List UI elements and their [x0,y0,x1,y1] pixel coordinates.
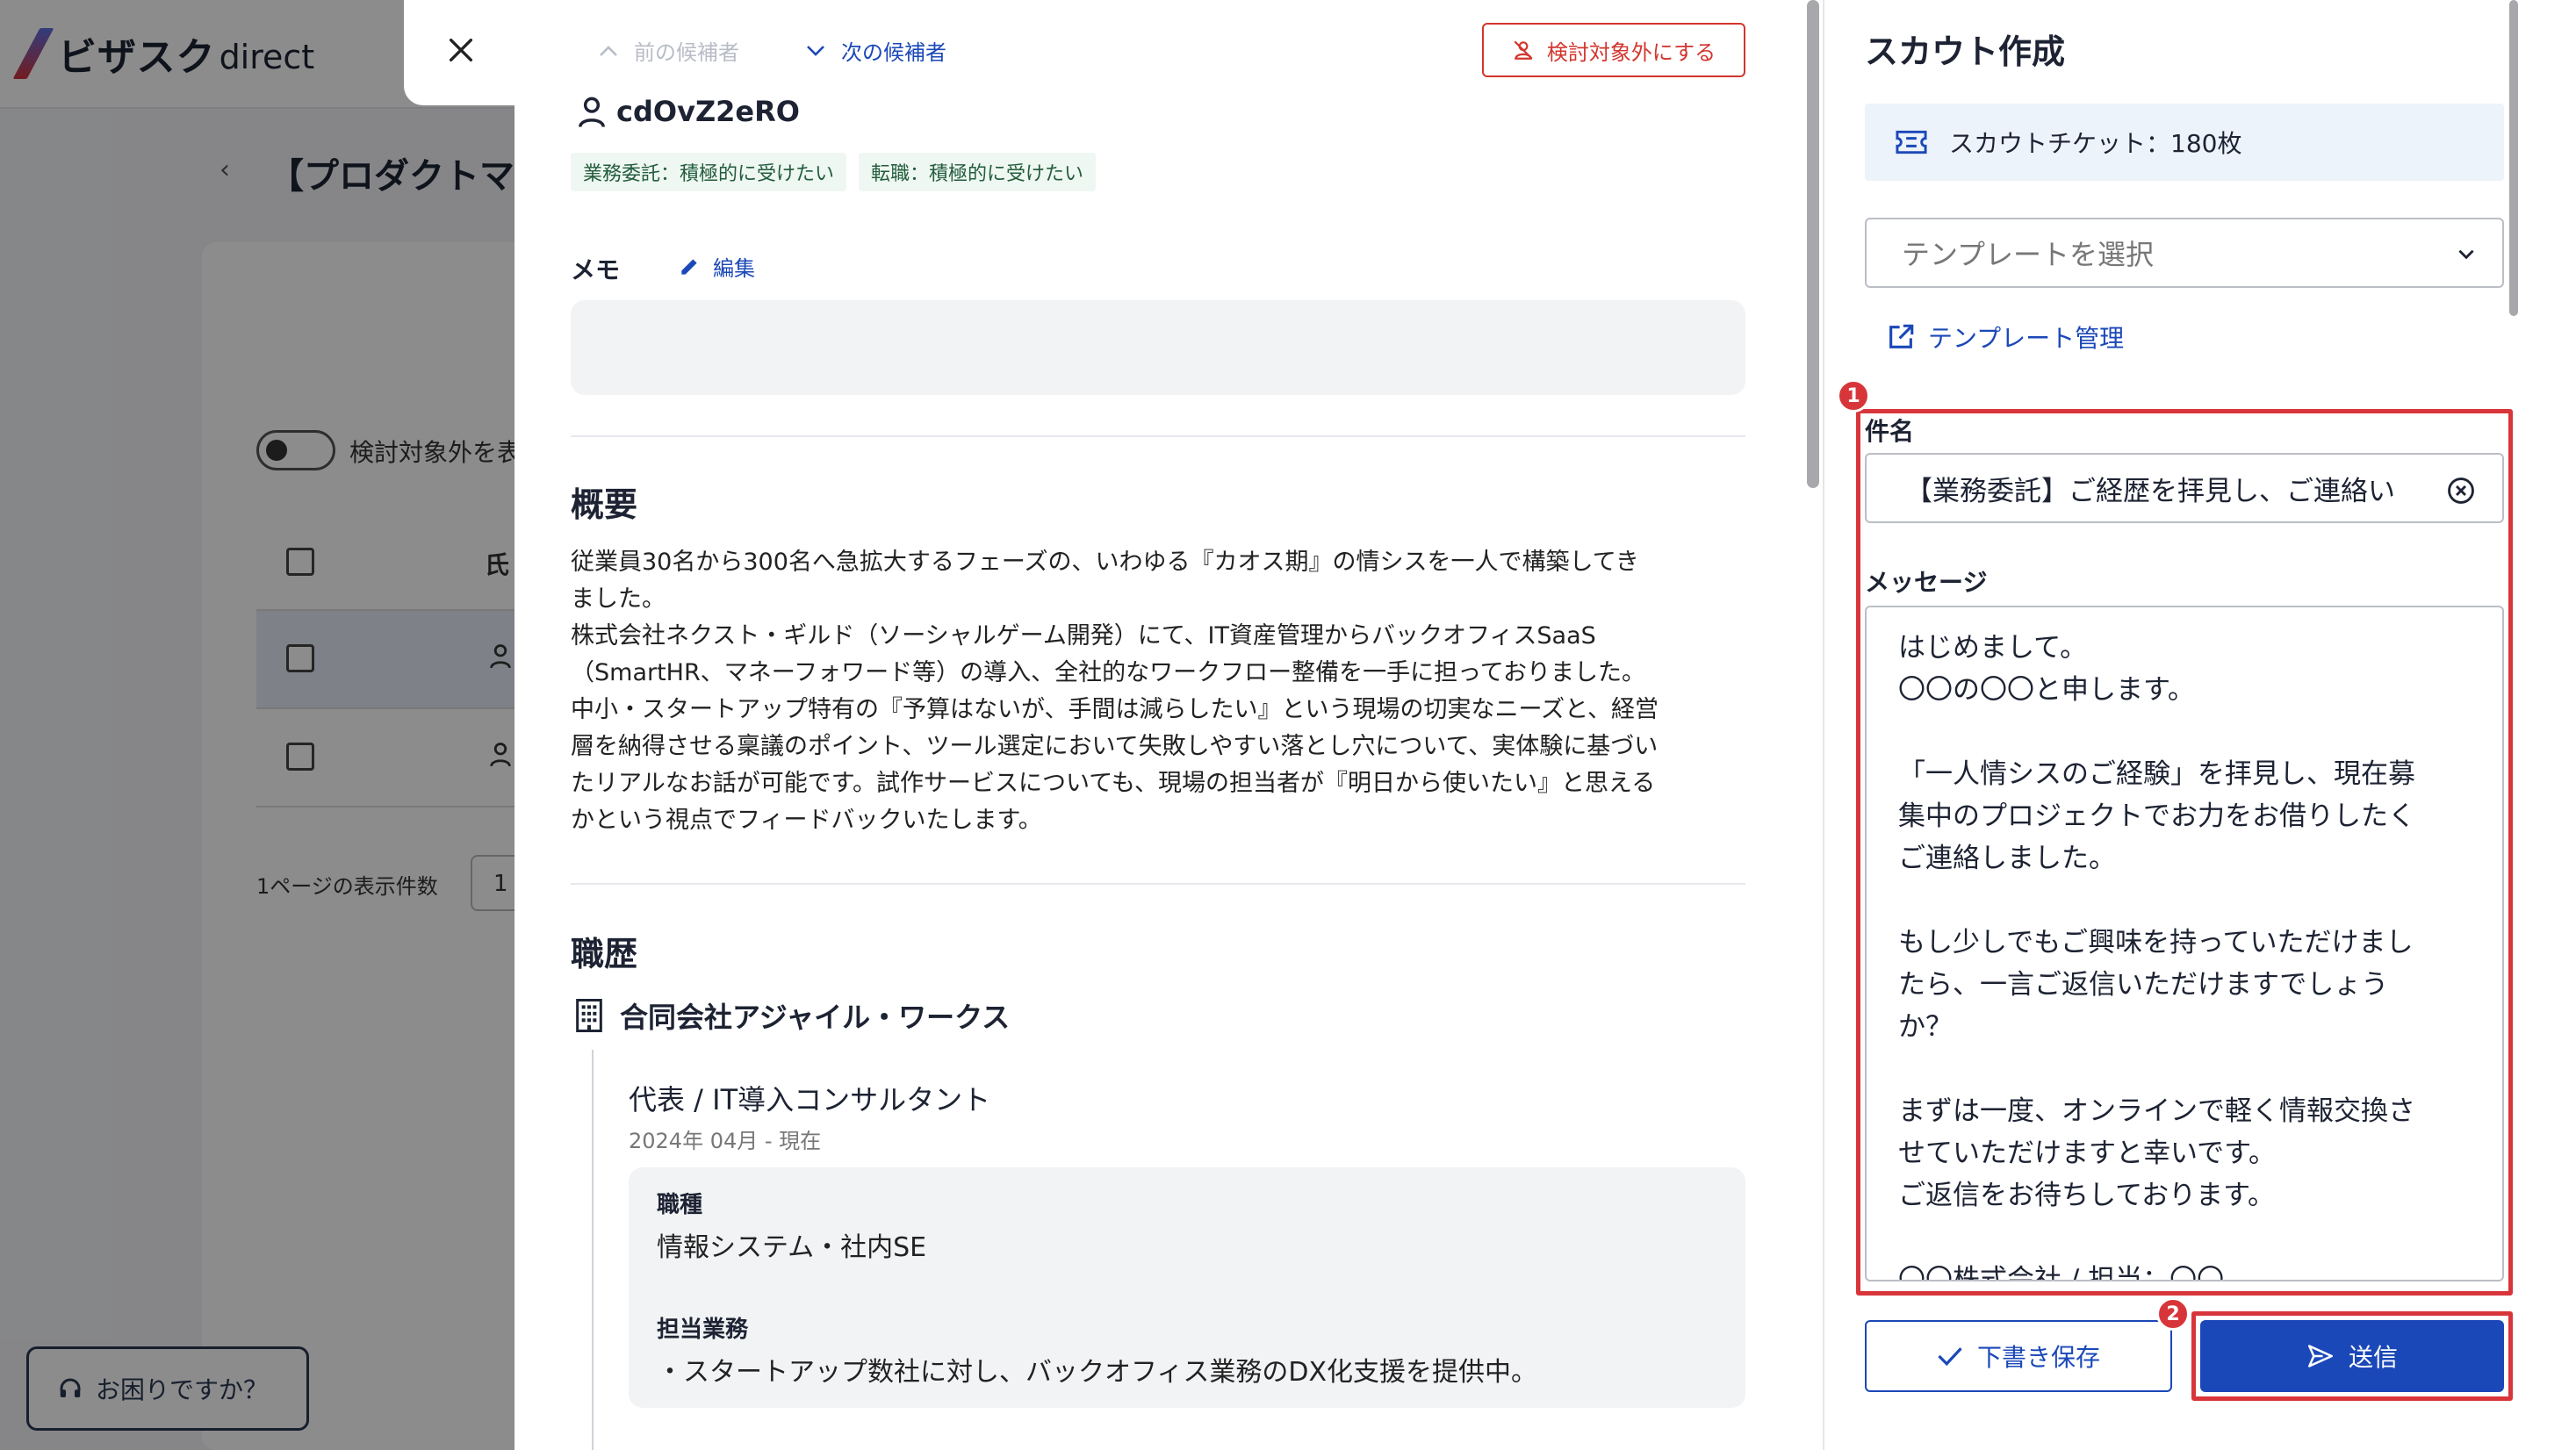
template-select[interactable]: テンプレートを選択 [1865,218,2504,288]
tag-contract: 業務委託：積極的に受けたい [571,153,847,191]
duties-value: ・スタートアップ数社に対し、バックオフィス業務のDX化支援を提供中。 [657,1357,1538,1388]
job-type-value: 情報システム・社内SE [657,1232,927,1263]
template-select-placeholder: テンプレートを選択 [1902,238,2155,271]
check-icon [1938,1347,1962,1367]
next-candidate-label: 次の候補者 [841,40,946,65]
exclude-candidate-label: 検討対象外にする [1546,39,1716,65]
message-line: はじめまして。 [1898,632,2088,664]
subject-input[interactable]: 【業務委託】ご経歴を拝見し、ご連絡い [1865,453,2504,523]
summary-line: かという視点でフィードバックいたします。 [571,807,1042,834]
exclude-candidate-button[interactable]: 検討対象外にする [1482,23,1745,77]
memo-edit-label: 編集 [713,256,755,281]
template-manage-label: テンプレート管理 [1928,324,2125,353]
role-title: 代表 / IT導入コンサルタント [629,1083,991,1116]
message-line: か？ [1898,1011,1953,1043]
step-badge-1: 1 [1837,379,1870,413]
external-link-icon [1889,324,1914,348]
pencil-icon [681,258,697,275]
ticket-icon [1896,130,1927,154]
summary-line: 中小・スタートアップ特有の『予算はないが、手間は減らしたい』という現場の切実なニ… [571,696,1659,723]
chevron-up-icon [600,45,617,56]
career-timeline [592,1050,594,1450]
candidate-tags: 業務委託：積極的に受けたい 転職：積極的に受けたい [571,153,1097,191]
divider [571,883,1745,885]
send-label: 送信 [2348,1343,2398,1372]
subject-value: 【業務委託】ご経歴を拝見し、ご連絡い [1905,475,2395,507]
candidate-name-text: cdOvZ2eRO [616,95,800,128]
message-line: 〇〇の〇〇と申します。 [1898,674,2195,706]
save-draft-button[interactable]: 下書き保存 [1865,1320,2172,1392]
message-line: まずは一度、オンラインで軽く情報交換さ [1898,1095,2415,1127]
building-icon [576,999,602,1032]
close-icon[interactable] [446,35,476,65]
next-candidate-button[interactable]: 次の候補者 [806,35,946,66]
summary-text: 従業員30名から300名へ急拡大するフェーズの、いわゆる『カオス期』の情シスを一… [571,544,1747,839]
drawer-scrollbar[interactable] [1807,0,1819,488]
person-off-icon [1514,40,1533,60]
prev-candidate-label: 前の候補者 [634,40,739,65]
company-name: 合同会社アジャイル・ワークス [574,995,1010,1036]
message-line: たら、一言ご返信いただけますでしょう [1898,969,2389,1001]
summary-line: 層を納得させる稟議のポイント、ツール選定において失敗しやすい落とし穴について、実… [571,733,1659,760]
message-line [1898,1217,2471,1259]
summary-line: 株式会社ネクスト・ギルド（ソーシャルゲーム開発）にて、IT資産管理からバックオフ… [571,622,1596,650]
memo-content[interactable] [571,300,1745,395]
message-line: せていただけますと幸いです。 [1898,1138,2276,1169]
prev-candidate-button[interactable]: 前の候補者 [599,35,739,66]
summary-title: 概要 [571,485,638,524]
message-label: メッセージ [1865,568,1988,597]
message-textarea[interactable]: はじめまして。 〇〇の〇〇と申します。 「一人情シスのご経験」を拝見し、現在募 … [1865,606,2504,1281]
template-manage-link[interactable]: テンプレート管理 [1886,319,2124,355]
save-draft-label: 下書き保存 [1976,1343,2100,1372]
message-line: 「一人情シスのご経験」を拝見し、現在募 [1898,758,2415,790]
summary-line: （SmartHR、マネーフォワード等）の導入、全社的なワークフロー整備を一手に担… [571,659,1645,686]
message-line [1898,711,2471,753]
person-icon [579,97,605,128]
role-details: 職種 情報システム・社内SE 担当業務 ・スタートアップ数社に対し、バックオフィ… [629,1167,1745,1408]
memo-label: メモ [571,255,621,284]
scout-ticket-text: スカウトチケット：180枚 [1949,129,2242,158]
subject-label: 件名 [1865,417,1915,446]
scout-title: スカウト作成 [1865,32,2066,71]
step-badge-2: 2 [2156,1297,2190,1331]
message-line: もし少しでもご興味を持っていただけまし [1898,927,2414,958]
message-line [1898,1048,2471,1090]
candidate-name: cdOvZ2eRO [576,95,800,128]
clear-circle-icon[interactable] [2446,476,2476,506]
message-line: 集中のプロジェクトでお力をお借りしたく [1898,800,2415,832]
message-line: ご返信をお待ちしております。 [1898,1180,2276,1211]
summary-line: たリアルなお話が可能です。試作サービスについても、現場の担当者が『明日から使いた… [571,770,1656,797]
scout-ticket-count: スカウトチケット：180枚 [1865,104,2504,181]
tag-job-change: 転職：積極的に受けたい [859,153,1097,191]
job-type-label: 職種 [657,1192,703,1218]
send-button[interactable]: 送信 [2200,1320,2504,1392]
summary-line: 従業員30名から300名へ急拡大するフェーズの、いわゆる『カオス期』の情シスを一… [571,549,1639,576]
summary-line: ました。 [571,585,666,613]
message-line: ご連絡しました。 [1898,843,2116,874]
role-period: 2024年 04月 - 現在 [629,1129,822,1153]
company-name-text: 合同会社アジャイル・ワークス [620,1001,1011,1034]
duties-label: 担当業務 [657,1317,749,1343]
scout-scrollbar[interactable] [2509,0,2518,316]
message-line [1898,879,2471,922]
career-title: 職歴 [571,935,638,973]
send-icon [2307,1345,2333,1367]
memo-edit-button[interactable]: 編集 [678,251,755,282]
message-line: 〇〇株式会社 / 担当：〇〇 [1898,1264,2225,1281]
chevron-down-icon [807,45,824,56]
divider [571,435,1745,437]
chevron-down-icon [2458,249,2474,260]
